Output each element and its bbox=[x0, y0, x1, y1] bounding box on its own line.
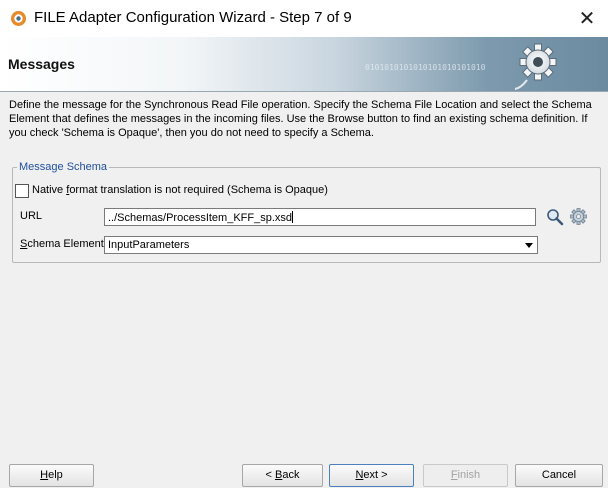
button-label: inish bbox=[457, 469, 481, 481]
close-button[interactable]: ✕ bbox=[572, 6, 602, 32]
label-text: Native bbox=[32, 184, 67, 196]
header-banner: Messages 0101010101010101010101010 bbox=[0, 37, 608, 92]
back-button[interactable]: < Back bbox=[242, 464, 323, 487]
title-bar: FILE Adapter Configuration Wizard - Step… bbox=[0, 0, 608, 37]
gear-icon bbox=[514, 43, 557, 90]
message-schema-legend: Message Schema bbox=[17, 161, 110, 173]
banner-binary-text: 0101010101010101010101010 bbox=[365, 63, 486, 72]
finish-button[interactable]: Finish bbox=[423, 464, 508, 487]
schema-opaque-checkbox[interactable] bbox=[15, 184, 29, 198]
mnemonic: F bbox=[450, 469, 458, 481]
url-input[interactable]: ../Schemas/ProcessItem_KFF_sp.xsd bbox=[104, 208, 536, 226]
schema-element-select[interactable]: InputParameters bbox=[104, 236, 538, 254]
button-label: ext > bbox=[363, 469, 388, 481]
schema-element-label: Schema Element bbox=[20, 238, 104, 250]
app-icon bbox=[11, 11, 26, 26]
chevron-down-icon[interactable] bbox=[525, 243, 533, 248]
selected-value: InputParameters bbox=[108, 239, 190, 251]
next-button[interactable]: Next > bbox=[329, 464, 414, 487]
button-label: Cancel bbox=[541, 469, 577, 481]
cancel-button[interactable]: Cancel bbox=[515, 464, 603, 487]
label-text: ormat translation is not required (Schem… bbox=[69, 184, 328, 196]
schema-settings-gear-icon[interactable] bbox=[570, 208, 587, 225]
step-description: Define the message for the Synchronous R… bbox=[9, 99, 592, 139]
text-caret bbox=[292, 211, 294, 223]
browse-search-icon[interactable] bbox=[546, 208, 564, 226]
url-label: URL bbox=[20, 210, 43, 222]
mnemonic: H bbox=[40, 469, 49, 481]
window-title: FILE Adapter Configuration Wizard - Step… bbox=[34, 9, 352, 26]
schema-opaque-label[interactable]: Native format translation is not require… bbox=[32, 184, 328, 196]
help-button[interactable]: Help bbox=[9, 464, 94, 487]
close-icon: ✕ bbox=[578, 8, 596, 30]
button-label: elp bbox=[48, 469, 63, 481]
button-label: ack bbox=[282, 469, 300, 481]
page-title: Messages bbox=[8, 56, 75, 72]
url-value: ../Schemas/ProcessItem_KFF_sp.xsd bbox=[108, 212, 293, 224]
button-label: < bbox=[265, 469, 275, 481]
label-text: chema Element bbox=[27, 238, 104, 250]
